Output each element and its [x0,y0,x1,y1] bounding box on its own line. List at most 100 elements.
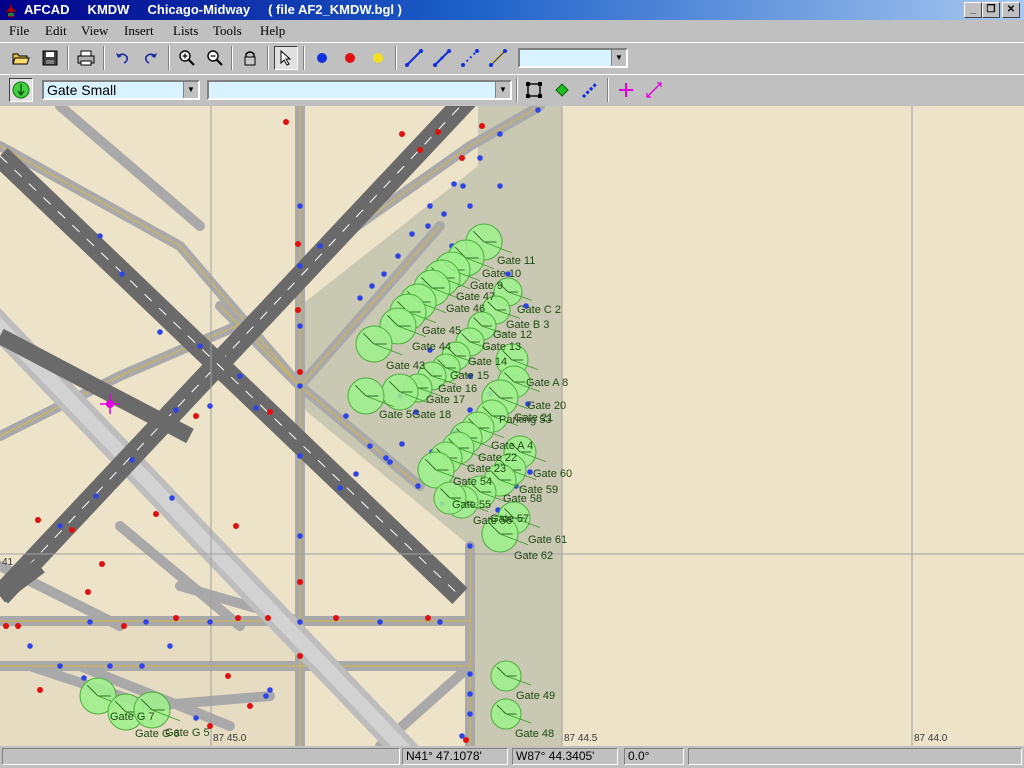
taxi-node[interactable] [377,619,383,625]
add-runway-node-button[interactable] [366,46,390,70]
menu-view[interactable]: View [81,23,108,39]
add-taxi-node-button[interactable] [310,46,334,70]
taxi-node[interactable] [467,543,473,549]
dropdown-arrow-icon[interactable]: ▼ [611,50,626,66]
taxi-node[interactable] [395,253,401,259]
redo-button[interactable] [139,46,163,70]
taxi-node[interactable] [467,691,473,697]
menu-insert[interactable]: Insert [124,23,154,39]
lock-button[interactable] [238,46,262,70]
hold-short-node[interactable] [283,119,289,125]
hold-short-node[interactable] [435,129,441,135]
hold-short-node[interactable] [153,511,159,517]
hold-short-node[interactable] [193,413,199,419]
taxi-node[interactable] [425,223,431,229]
print-button[interactable] [74,46,98,70]
menu-tools[interactable]: Tools [213,23,242,39]
taxi-node[interactable] [415,483,421,489]
taxi-node[interactable] [297,323,303,329]
taxi-node[interactable] [317,243,323,249]
hold-short-node[interactable] [333,615,339,621]
taxi-node[interactable] [369,283,375,289]
taxi-node[interactable] [143,619,149,625]
add-hold-short-node-button[interactable] [338,46,362,70]
add-vertex-button[interactable] [550,78,574,102]
draw-path-button[interactable] [430,46,454,70]
taxi-node[interactable] [263,693,269,699]
hold-short-node[interactable] [295,241,301,247]
draw-runway-path-button[interactable] [486,46,510,70]
taxi-node[interactable] [57,663,63,669]
menu-lists[interactable]: Lists [173,23,198,39]
hold-short-node[interactable] [425,615,431,621]
hold-short-node[interactable] [399,131,405,137]
taxi-node[interactable] [267,687,273,693]
hold-short-node[interactable] [297,369,303,375]
taxi-node[interactable] [409,231,415,237]
taxi-node[interactable] [467,407,473,413]
taxi-node[interactable] [467,671,473,677]
draw-taxi-path-button[interactable] [402,46,426,70]
taxi-node[interactable] [497,183,503,189]
hold-short-node[interactable] [173,615,179,621]
edge-lights-button[interactable] [578,78,602,102]
hold-short-node[interactable] [297,579,303,585]
taxi-node[interactable] [27,643,33,649]
minimize-button[interactable]: _ [964,2,982,18]
taxi-node[interactable] [97,233,103,239]
hold-short-node[interactable] [247,703,253,709]
taxi-node[interactable] [357,295,363,301]
taxi-node[interactable] [107,663,113,669]
hold-short-node[interactable] [265,615,271,621]
parking-type-combo[interactable]: Gate Small ▼ [42,80,200,100]
taxi-node[interactable] [297,453,303,459]
menu-file[interactable]: File [9,23,29,39]
taxi-node[interactable] [535,107,541,113]
hold-short-node[interactable] [233,523,239,529]
taxi-node[interactable] [337,485,343,491]
taxi-node[interactable] [169,495,175,501]
taxi-node[interactable] [167,643,173,649]
taxi-node[interactable] [119,271,125,277]
open-file-button[interactable] [9,46,33,70]
taxi-node[interactable] [367,443,373,449]
taxi-node[interactable] [441,211,447,217]
close-button[interactable]: ✕ [1002,2,1020,18]
hold-short-node[interactable] [463,737,469,743]
taxi-node[interactable] [297,203,303,209]
parking-name-combo[interactable]: ▼ [207,80,512,100]
taxi-node[interactable] [527,469,533,475]
airport-map[interactable]: 41 87 45.0 87 44.5 87 44.0 Gate 11 Gate … [0,106,1024,746]
taxi-node[interactable] [139,663,145,669]
taxi-node[interactable] [207,619,213,625]
taxi-node[interactable] [297,533,303,539]
taxi-node[interactable] [497,131,503,137]
taxi-node[interactable] [207,403,213,409]
parking-tool-button[interactable] [9,78,33,102]
taxi-node[interactable] [383,455,389,461]
add-marker-button[interactable] [614,78,638,102]
taxi-node[interactable] [467,711,473,717]
taxi-node[interactable] [57,523,63,529]
hold-short-node[interactable] [295,307,301,313]
taxi-node[interactable] [467,203,473,209]
taxi-node[interactable] [197,343,203,349]
hold-short-node[interactable] [37,687,43,693]
taxi-node[interactable] [343,413,349,419]
taxi-node[interactable] [297,263,303,269]
restore-button[interactable]: ❐ [982,2,1000,18]
hold-short-node[interactable] [99,561,105,567]
hold-short-node[interactable] [267,409,273,415]
hold-short-node[interactable] [69,527,75,533]
airport-map-canvas[interactable]: 41 87 45.0 87 44.5 87 44.0 Gate 11 Gate … [0,106,1024,746]
menu-edit[interactable]: Edit [45,23,67,39]
dropdown-arrow-icon[interactable]: ▼ [183,82,198,98]
zoom-out-button[interactable] [203,46,227,70]
hold-short-node[interactable] [417,147,423,153]
taxi-node[interactable] [427,203,433,209]
path-type-combo[interactable]: ▼ [518,48,628,68]
draw-dotted-path-button[interactable] [458,46,482,70]
hold-short-node[interactable] [3,623,9,629]
taxi-node[interactable] [477,155,483,161]
taxi-node[interactable] [387,459,393,465]
